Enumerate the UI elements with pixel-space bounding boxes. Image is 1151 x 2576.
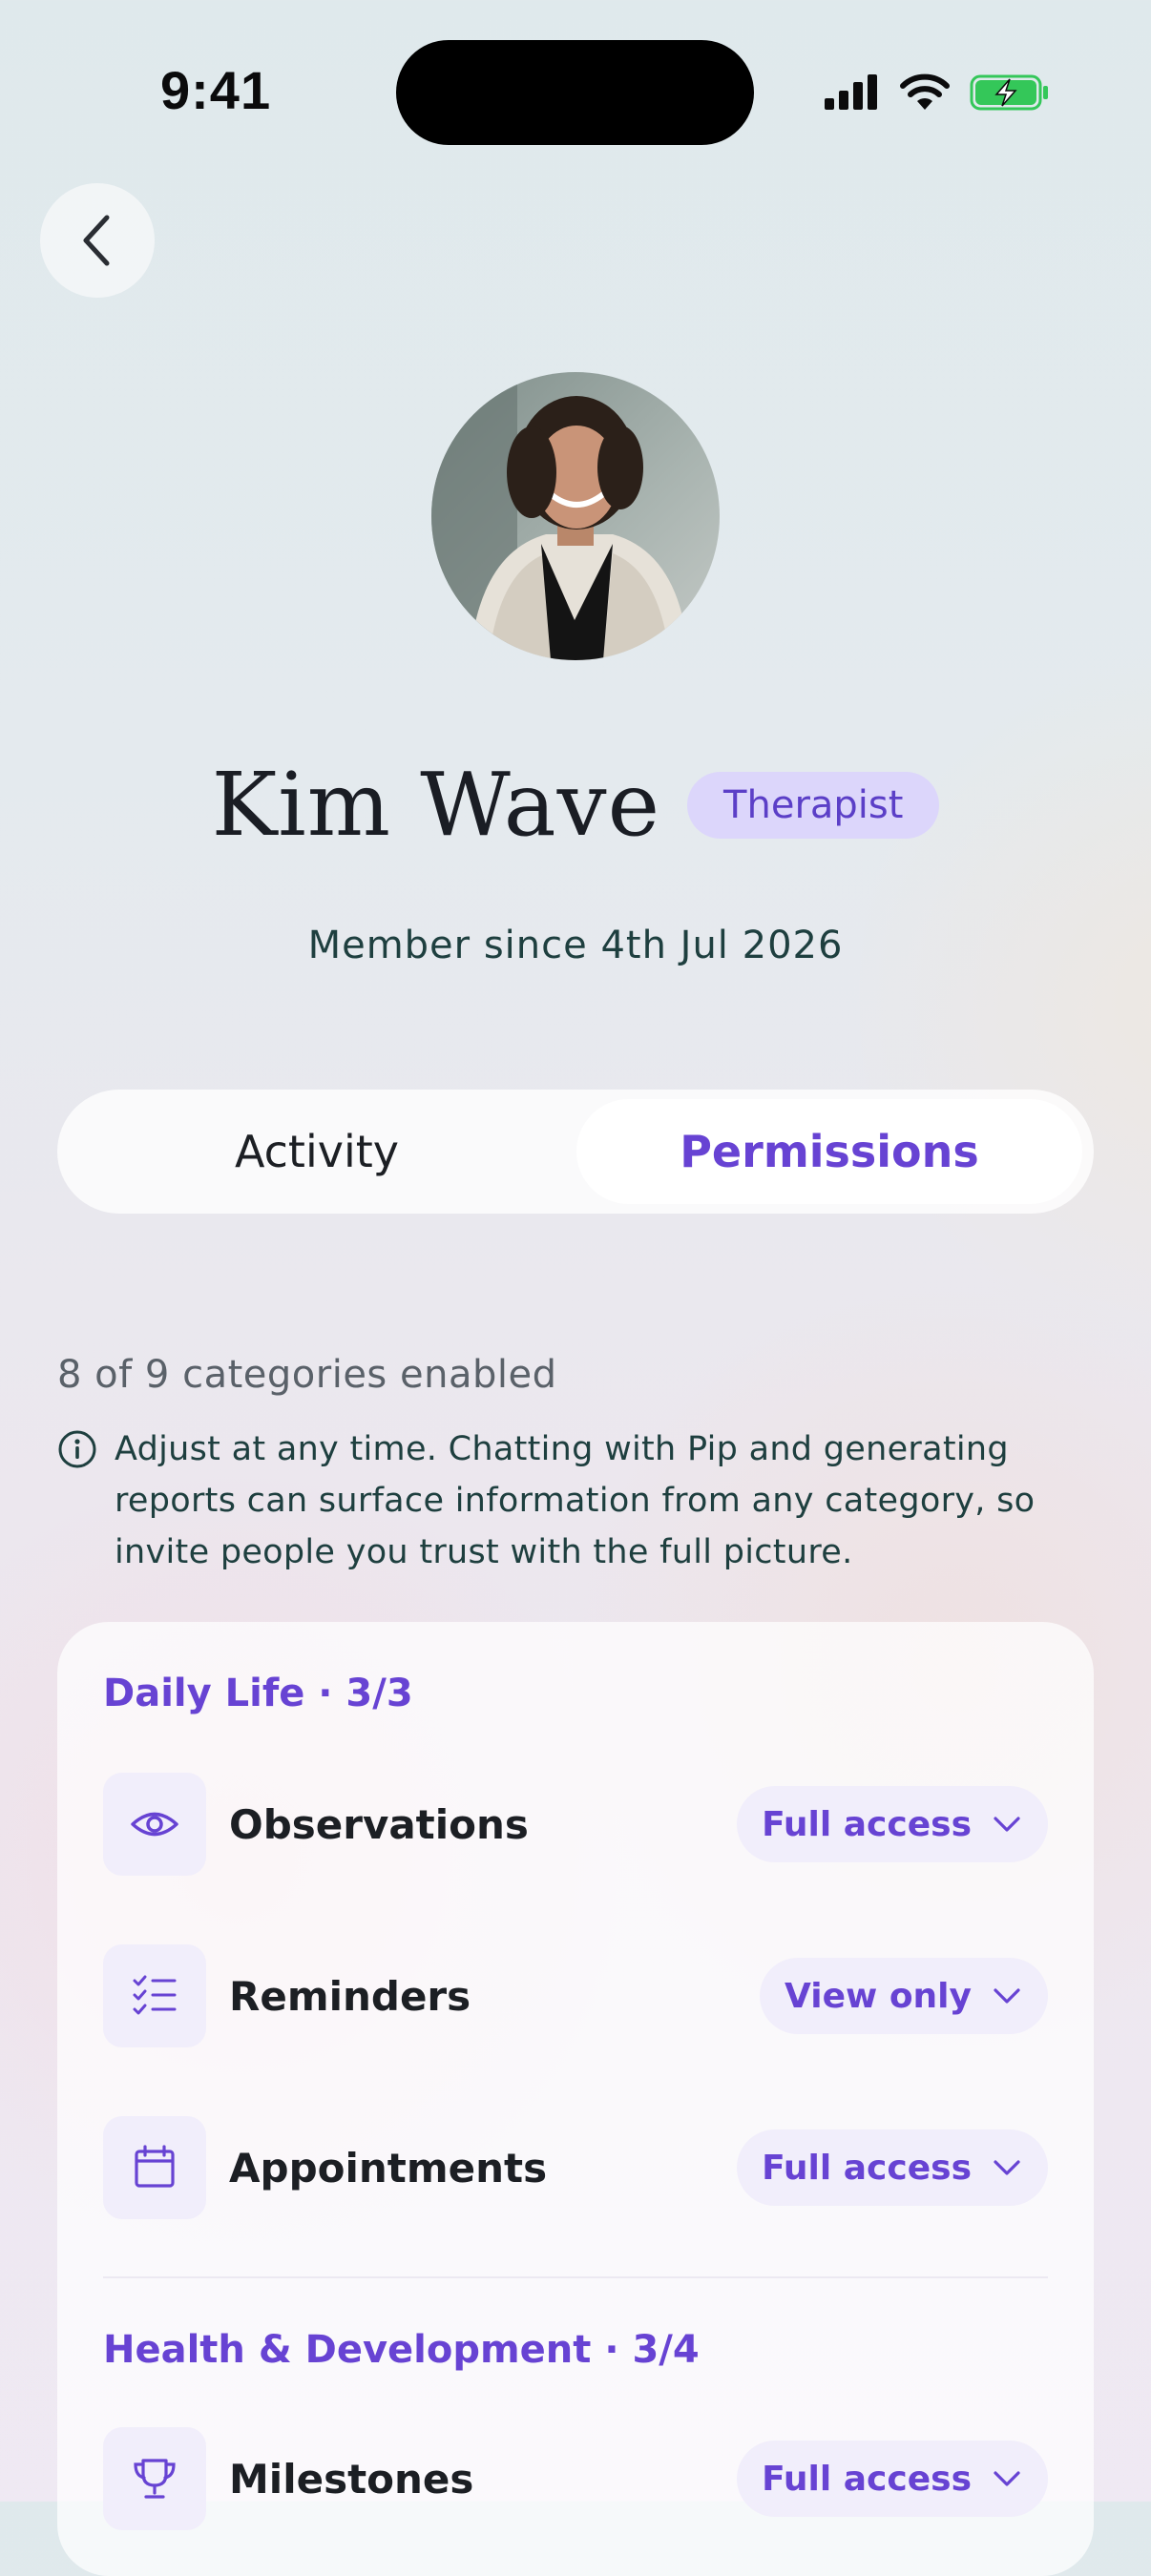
info-text: Adjust at any time. Chatting with Pip an… — [115, 1430, 1036, 1571]
chevron-down-icon — [994, 2160, 1020, 2175]
permission-row-milestones: Milestones Full access — [103, 2427, 1048, 2530]
cellular-signal-icon — [825, 74, 877, 110]
info-note: Adjust at any time. Chatting with Pip an… — [57, 1423, 1059, 1578]
profile-header: Kim Wave Therapist — [0, 754, 1151, 856]
trophy-icon — [103, 2427, 206, 2530]
section-divider — [103, 2276, 1048, 2278]
eye-icon — [103, 1773, 206, 1876]
section-title-daily-life: Daily Life · 3/3 — [103, 1672, 413, 1715]
chevron-down-icon — [994, 2471, 1020, 2486]
access-value: Full access — [762, 2148, 972, 2188]
info-icon — [58, 1430, 96, 1468]
permission-row-observations: Observations Full access — [103, 1773, 1048, 1876]
chevron-down-icon — [994, 1988, 1020, 2004]
wifi-icon — [900, 73, 950, 110]
profile-name: Kim Wave — [211, 754, 661, 856]
calendar-icon — [103, 2116, 206, 2219]
access-dropdown-reminders[interactable]: View only — [760, 1958, 1048, 2034]
access-value: View only — [785, 1976, 972, 2016]
access-value: Full access — [762, 2459, 972, 2499]
role-badge: Therapist — [687, 771, 940, 839]
permission-label: Observations — [229, 1800, 529, 1848]
tab-permissions[interactable]: Permissions — [576, 1099, 1082, 1204]
avatar — [431, 372, 720, 660]
permission-row-reminders: Reminders View only — [103, 1944, 1048, 2047]
chevron-down-icon — [994, 1817, 1020, 1832]
chevron-left-icon — [83, 215, 110, 266]
member-since: Member since 4th Jul 2026 — [307, 924, 844, 967]
categories-count: 8 of 9 categories enabled — [57, 1353, 557, 1397]
dynamic-island — [396, 40, 754, 145]
status-icons — [823, 69, 1050, 116]
battery-charging-icon — [970, 74, 1048, 111]
checklist-icon — [103, 1944, 206, 2047]
permission-row-appointments: Appointments Full access — [103, 2116, 1048, 2219]
back-button[interactable] — [40, 183, 155, 298]
access-dropdown-milestones[interactable]: Full access — [737, 2441, 1048, 2517]
segmented-tabs: Activity Permissions — [57, 1090, 1094, 1214]
access-dropdown-appointments[interactable]: Full access — [737, 2129, 1048, 2206]
access-value: Full access — [762, 1804, 972, 1844]
permission-label: Appointments — [229, 2144, 548, 2192]
status-time: 9:41 — [160, 60, 272, 120]
section-title-health-development: Health & Development · 3/4 — [103, 2328, 700, 2372]
access-dropdown-observations[interactable]: Full access — [737, 1786, 1048, 1862]
tab-activity[interactable]: Activity — [69, 1099, 565, 1204]
permission-label: Reminders — [229, 1972, 471, 2020]
permission-label: Milestones — [229, 2455, 474, 2503]
